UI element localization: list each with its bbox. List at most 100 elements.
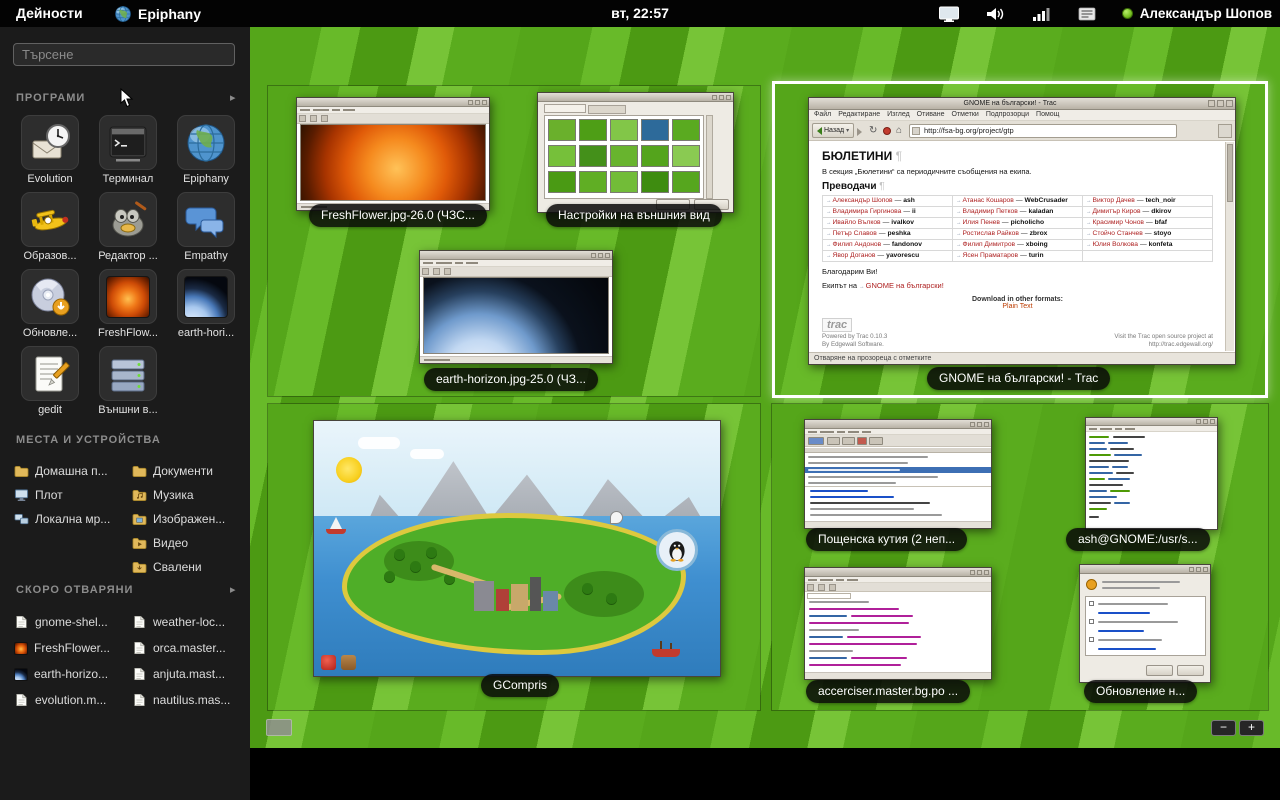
app-item-earth-horizon[interactable]: earth-hori...	[167, 269, 245, 346]
trac-page-content: БЮЛЕТИНИ ¶ В секция „Бюлетини“ са период…	[810, 142, 1225, 351]
dialog-button	[1146, 665, 1173, 676]
place-item-downloads[interactable]: Свалени	[132, 555, 249, 579]
recent-item[interactable]: FreshFlower...	[14, 635, 131, 661]
app-item-evolution[interactable]: Evolution	[11, 115, 89, 192]
zoom-out-button[interactable]: −	[1211, 720, 1236, 736]
window-gcompris[interactable]	[313, 420, 721, 677]
window-trac-browser[interactable]: GNOME на български! - Trac Файл Редактир…	[808, 97, 1236, 365]
workspaces-area: FreshFlower.jpg-26.0 (ЧЗС... Настройки н…	[250, 27, 1280, 748]
place-item-pictures[interactable]: Изображен...	[132, 507, 249, 531]
clock[interactable]: вт, 22:57	[611, 0, 669, 27]
workspace-2-active[interactable]: GNOME на български! - Trac Файл Редактир…	[772, 81, 1268, 398]
window-mailbox[interactable]	[804, 419, 992, 529]
workspace-3[interactable]: GCompris	[268, 404, 760, 710]
trac-logo: trac	[822, 318, 852, 332]
documents-folder-icon	[132, 464, 147, 478]
gcompris-menu-icon[interactable]	[321, 655, 336, 670]
translator-cell: →Юлия Волкова—konfeta	[1083, 240, 1213, 251]
mouse-cursor	[120, 88, 134, 108]
window-buttons	[1189, 567, 1208, 572]
window-buttons	[1196, 419, 1215, 424]
focused-app-indicator[interactable]: Epiphany	[114, 0, 201, 27]
window-buttons	[712, 95, 731, 100]
overview-sidebar: ПРОГРАМИ ▸ Evolution Терминал Epiphany О…	[0, 27, 250, 800]
statusbar	[420, 356, 612, 363]
workspace-indicator[interactable]	[266, 719, 292, 736]
app-item-terminal[interactable]: Терминал	[89, 115, 167, 192]
recent-item[interactable]: orca.master...	[132, 635, 249, 661]
tux-badge[interactable]	[656, 529, 698, 571]
translator-cell: →Филип Димитров—xboing	[953, 240, 1083, 251]
window-earth-horizon[interactable]	[419, 250, 613, 364]
recent-label: weather-loc...	[153, 615, 225, 629]
recent-item[interactable]: earth-horizo...	[14, 661, 131, 687]
scrollbar	[1225, 142, 1234, 351]
statusbar	[805, 672, 991, 679]
desktop-icon	[14, 488, 29, 502]
place-item-desktop[interactable]: Плот	[14, 483, 131, 507]
activities-button[interactable]: Дейности	[6, 0, 93, 27]
search-input[interactable]	[13, 43, 235, 66]
place-item-documents[interactable]: Документи	[132, 459, 249, 483]
place-label: Свалени	[153, 560, 202, 574]
workspace-4[interactable]: Пощенска кутия (2 неп... ash@GNOME:/usr/…	[772, 404, 1268, 710]
place-item-music[interactable]: Музика	[132, 483, 249, 507]
toolbar	[805, 435, 991, 447]
window-buttons	[1208, 100, 1233, 107]
place-label: Изображен...	[153, 512, 225, 526]
recent-item[interactable]: nautilus.mas...	[132, 687, 249, 713]
downloads-folder-icon	[132, 560, 147, 574]
translator-cell: →Филип Андонов—fandonov	[823, 240, 953, 251]
network-signal-icon[interactable]	[1030, 5, 1052, 23]
places-header: МЕСТА И УСТРОЙСТВА	[16, 434, 161, 446]
sailboat	[330, 517, 342, 529]
titlebar	[538, 93, 733, 102]
place-item-videos[interactable]: Видео	[132, 531, 249, 555]
app-label: Редактор ...	[89, 250, 167, 262]
translators-heading: Преводачи ¶	[822, 181, 1213, 192]
workspace-1[interactable]: FreshFlower.jpg-26.0 (ЧЗС... Настройки н…	[268, 86, 760, 396]
app-item-gedit[interactable]: gedit	[11, 346, 89, 423]
username[interactable]: Александър Шопов	[1140, 6, 1272, 21]
display-icon[interactable]	[938, 5, 960, 23]
app-item-education[interactable]: Образов...	[11, 192, 89, 269]
window-update-manager[interactable]	[1079, 564, 1211, 683]
zoom-in-button[interactable]: +	[1239, 720, 1264, 736]
back-arrow-icon	[817, 127, 822, 135]
recent-item[interactable]: weather-loc...	[132, 609, 249, 635]
document-icon	[132, 641, 147, 655]
app-item-updates[interactable]: Обновле...	[11, 269, 89, 346]
gcompris-box-icon[interactable]	[341, 655, 356, 670]
titlebar	[297, 98, 489, 107]
window-accerciser-po[interactable]	[804, 567, 992, 680]
column-header	[805, 448, 991, 453]
app-item-image-editor[interactable]: Редактор ...	[89, 192, 167, 269]
place-label: Домашна п...	[35, 464, 108, 478]
recent-item[interactable]: anjuta.mast...	[132, 661, 249, 687]
window-freshflower[interactable]	[296, 97, 490, 211]
app-item-epiphany[interactable]: Epiphany	[167, 115, 245, 192]
terminal-icon	[106, 121, 150, 165]
place-label: Видео	[153, 536, 188, 550]
place-label: Локална мр...	[35, 512, 110, 526]
app-item-external-drives[interactable]: Външни в...	[89, 346, 167, 423]
programs-expander-icon[interactable]: ▸	[230, 91, 236, 104]
recent-item[interactable]: evolution.m...	[14, 687, 131, 713]
app-grid: Evolution Терминал Epiphany Образов... Р…	[11, 115, 245, 423]
volume-icon[interactable]	[984, 5, 1006, 23]
recent-expander-icon[interactable]: ▸	[230, 583, 236, 596]
place-item-home[interactable]: Домашна п...	[14, 459, 131, 483]
app-item-freshflower[interactable]: FreshFlow...	[89, 269, 167, 346]
window-terminal[interactable]	[1085, 417, 1218, 530]
recent-header: СКОРО ОТВАРЯНИ	[16, 584, 133, 596]
app-item-empathy[interactable]: Empathy	[167, 192, 245, 269]
window-appearance-settings[interactable]	[537, 92, 734, 213]
document-icon	[132, 615, 147, 629]
education-plane-icon	[28, 198, 72, 242]
place-label: Документи	[153, 464, 213, 478]
input-source-icon[interactable]	[1076, 5, 1098, 23]
places-column-right: Документи Музика Изображен... Видео Свал…	[132, 459, 249, 579]
place-item-network[interactable]: Локална мр...	[14, 507, 131, 531]
videos-folder-icon	[132, 536, 147, 550]
recent-item[interactable]: gnome-shel...	[14, 609, 131, 635]
